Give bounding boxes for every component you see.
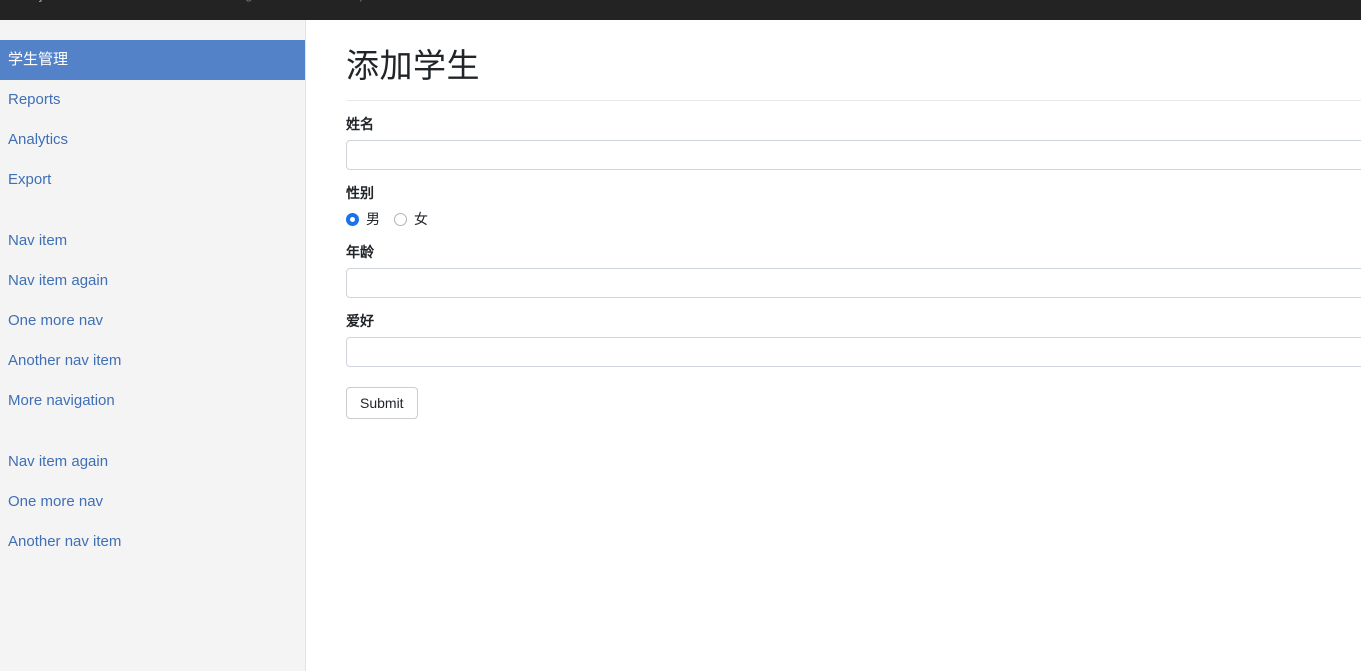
age-label: 年龄 xyxy=(346,244,374,260)
hobby-label: 爱好 xyxy=(346,313,374,329)
sidebar-item-reports[interactable]: Reports xyxy=(0,80,305,120)
sidebar-link-more-navigation[interactable]: More navigation xyxy=(0,381,305,421)
navbar-link-help[interactable]: Help xyxy=(340,0,367,2)
sidebar-item-another-nav-item-2[interactable]: Another nav item xyxy=(0,522,305,562)
sidebar-group-spacer-1 xyxy=(0,200,305,221)
sidebar-item-export[interactable]: Export xyxy=(0,160,305,200)
sidebar-link-another-nav-item[interactable]: Another nav item xyxy=(0,341,305,381)
sidebar-item-one-more-nav[interactable]: One more nav xyxy=(0,301,305,341)
gender-option-male-label: 男 xyxy=(366,211,380,227)
top-navbar: Project name Dashboard Settings Profile … xyxy=(0,0,1361,20)
sidebar-link-export[interactable]: Export xyxy=(0,160,305,200)
name-input[interactable] xyxy=(346,140,1361,170)
navbar-link-dashboard[interactable]: Dashboard xyxy=(126,0,190,2)
page-title: 添加学生 xyxy=(346,46,1361,101)
sidebar-item-analytics[interactable]: Analytics xyxy=(0,120,305,160)
submit-row: Submit xyxy=(346,387,1361,419)
sidebar-link-nav-item[interactable]: Nav item xyxy=(0,221,305,261)
age-input[interactable] xyxy=(346,268,1361,298)
sidebar-link-nav-item-again-2[interactable]: Nav item again xyxy=(0,442,305,482)
hobby-input[interactable] xyxy=(346,337,1361,367)
name-label: 姓名 xyxy=(346,116,374,132)
gender-option-male[interactable]: 男 xyxy=(346,210,380,228)
form-group-age: 年龄 xyxy=(346,243,1361,298)
gender-option-female-label: 女 xyxy=(414,211,428,227)
sidebar-item-nav-item-again[interactable]: Nav item again xyxy=(0,261,305,301)
form-group-gender: 性别 男 女 xyxy=(346,184,1361,229)
sidebar: 学生管理 Reports Analytics Export Nav item N… xyxy=(0,20,306,671)
submit-button[interactable]: Submit xyxy=(346,387,418,419)
radio-selected-icon[interactable] xyxy=(346,212,359,226)
sidebar-link-one-more-nav-2[interactable]: One more nav xyxy=(0,482,305,522)
add-student-form: 姓名 性别 男 女 年龄 爱好 Submit xyxy=(346,115,1361,419)
sidebar-link-student-management[interactable]: 学生管理 xyxy=(0,40,305,80)
sidebar-link-reports[interactable]: Reports xyxy=(0,80,305,120)
sidebar-item-another-nav-item[interactable]: Another nav item xyxy=(0,341,305,381)
sidebar-link-nav-item-again[interactable]: Nav item again xyxy=(0,261,305,301)
radio-unselected-icon[interactable] xyxy=(394,212,407,226)
sidebar-item-more-navigation[interactable]: More navigation xyxy=(0,381,305,421)
sidebar-item-student-management[interactable]: 学生管理 xyxy=(0,40,305,80)
gender-option-female[interactable]: 女 xyxy=(394,210,428,228)
sidebar-nav-group-3: Nav item again One more nav Another nav … xyxy=(0,442,305,562)
page-layout: 学生管理 Reports Analytics Export Nav item N… xyxy=(0,20,1361,671)
sidebar-nav-group-2: Nav item Nav item again One more nav Ano… xyxy=(0,221,305,421)
sidebar-nav-group-1: 学生管理 Reports Analytics Export xyxy=(0,40,305,200)
sidebar-item-nav-item-again-2[interactable]: Nav item again xyxy=(0,442,305,482)
navbar-link-profile[interactable]: Profile xyxy=(281,0,318,2)
sidebar-item-one-more-nav-2[interactable]: One more nav xyxy=(0,482,305,522)
navbar-link-settings[interactable]: Settings xyxy=(212,0,259,2)
main-content: 添加学生 姓名 性别 男 女 年龄 爱好 Submit xyxy=(307,20,1361,671)
gender-radio-group: 男 女 xyxy=(346,209,1361,229)
sidebar-link-another-nav-item-2[interactable]: Another nav item xyxy=(0,522,305,562)
navbar-brand[interactable]: Project name xyxy=(16,0,104,3)
sidebar-item-nav-item[interactable]: Nav item xyxy=(0,221,305,261)
form-group-hobby: 爱好 xyxy=(346,312,1361,367)
navbar-inner: Project name Dashboard Settings Profile … xyxy=(16,0,367,3)
sidebar-link-analytics[interactable]: Analytics xyxy=(0,120,305,160)
sidebar-link-one-more-nav[interactable]: One more nav xyxy=(0,301,305,341)
gender-label: 性别 xyxy=(346,185,374,201)
sidebar-group-spacer-2 xyxy=(0,421,305,442)
form-group-name: 姓名 xyxy=(346,115,1361,170)
